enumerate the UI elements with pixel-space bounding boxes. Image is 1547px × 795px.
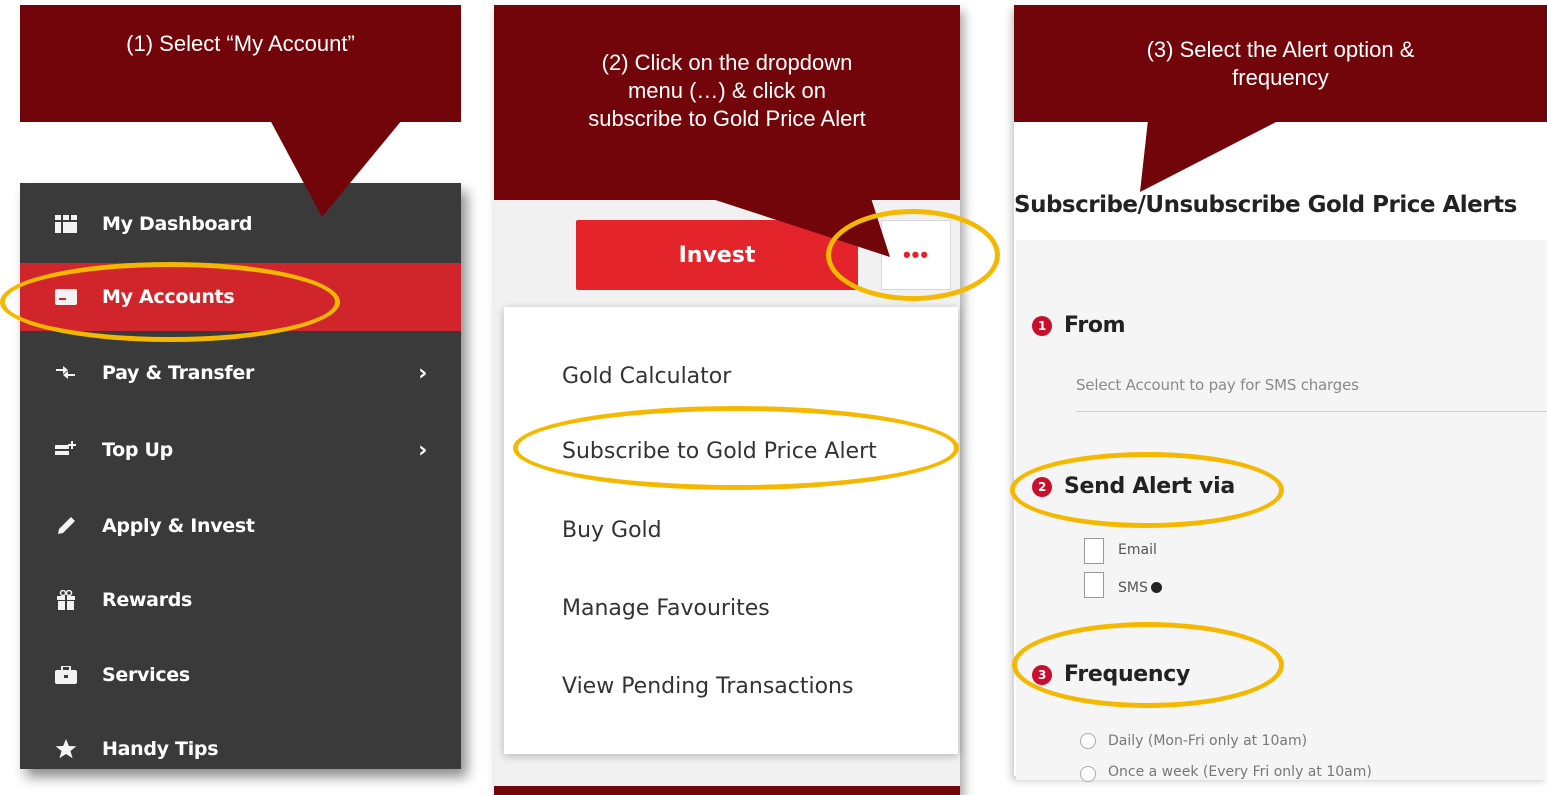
briefcase-icon (52, 666, 80, 684)
sidebar-item-my-accounts[interactable]: My Accounts (20, 263, 461, 331)
dropdown-menu: Gold Calculator Subscribe to Gold Price … (504, 307, 958, 754)
step3-callout-line1: (3) Select the Alert option & (1146, 37, 1415, 62)
step3-callout-pointer (1140, 120, 1280, 192)
step2-callout-line1: (2) Click on the dropdown (601, 50, 853, 75)
menu-item-buy-gold[interactable]: Buy Gold (562, 518, 662, 543)
step2-callout-pointer (700, 195, 890, 257)
chevron-right-icon: › (418, 437, 427, 463)
sidebar-item-label: Rewards (102, 589, 193, 611)
frequency-section-title: 3 Frequency (1032, 662, 1190, 687)
step3-callout: (3) Select the Alert option & frequency (1014, 5, 1547, 122)
select-underline (1076, 411, 1547, 412)
weekly-radio-label: Once a week (Every Fri only at 10am) (1108, 764, 1372, 780)
step1-callout: (1) Select “My Account” (20, 5, 461, 122)
sidebar-panel: My Dashboard My Accounts Pay & Transfer … (20, 183, 461, 769)
sidebar-item-label: My Accounts (102, 286, 235, 308)
daily-radio-label: Daily (Mon-Fri only at 10am) (1108, 733, 1308, 749)
sidebar-item-rewards[interactable]: Rewards (20, 566, 461, 634)
step1-callout-text: (1) Select “My Account” (126, 31, 355, 56)
sidebar-item-label: Services (102, 664, 190, 686)
send-alert-label: Send Alert via (1064, 474, 1235, 499)
sidebar-item-label: Top Up (102, 439, 173, 461)
star-icon (52, 738, 80, 760)
panel-footer-strip (494, 786, 960, 795)
menu-item-subscribe-gold-price-alert[interactable]: Subscribe to Gold Price Alert (562, 439, 877, 464)
chevron-right-icon: › (418, 360, 427, 386)
step-number-badge: 1 (1032, 315, 1052, 336)
sidebar-item-services[interactable]: Services (20, 641, 461, 709)
step-number-badge: 3 (1032, 664, 1052, 685)
transfer-arrows-icon (52, 365, 80, 381)
sidebar-item-handy-tips[interactable]: Handy Tips (20, 715, 461, 783)
sidebar-item-label: Handy Tips (102, 738, 219, 760)
menu-item-gold-calculator[interactable]: Gold Calculator (562, 364, 731, 389)
step2-callout: (2) Click on the dropdown menu (…) & cli… (494, 5, 960, 200)
menu-item-view-pending-transactions[interactable]: View Pending Transactions (562, 674, 853, 699)
pencil-icon (52, 516, 80, 536)
gift-icon (52, 590, 80, 610)
send-alert-section-title: 2 Send Alert via (1032, 474, 1235, 499)
sidebar-item-label: My Dashboard (102, 213, 253, 235)
top-up-icon (52, 441, 80, 459)
email-checkbox-label: Email (1118, 542, 1157, 558)
card-icon (52, 289, 80, 305)
step3-callout-line2: frequency (1232, 65, 1329, 90)
sidebar-item-top-up[interactable]: Top Up › (20, 416, 461, 484)
info-icon (1150, 582, 1162, 593)
from-label: From (1064, 313, 1126, 338)
step1-callout-pointer (270, 120, 402, 217)
frequency-label: Frequency (1064, 662, 1191, 687)
step2-callout-line3: subscribe to Gold Price Alert (588, 106, 866, 131)
dashboard-icon (52, 215, 80, 233)
from-section-title: 1 From (1032, 313, 1126, 338)
sidebar-item-label: Apply & Invest (102, 515, 255, 537)
step2-callout-line2: menu (…) & click on (627, 78, 827, 103)
sms-label-text: SMS (1118, 580, 1148, 596)
sidebar-item-apply-invest[interactable]: Apply & Invest (20, 492, 461, 560)
sidebar-item-label: Pay & Transfer (102, 362, 255, 384)
account-select[interactable]: Select Account to pay for SMS charges (1076, 376, 1359, 394)
sms-checkbox-label: SMS (1118, 580, 1162, 596)
email-checkbox[interactable] (1084, 538, 1104, 564)
daily-radio[interactable] (1080, 733, 1096, 749)
menu-item-manage-favourites[interactable]: Manage Favourites (562, 596, 770, 621)
sidebar-item-pay-transfer[interactable]: Pay & Transfer › (20, 339, 461, 407)
weekly-radio[interactable] (1080, 766, 1096, 782)
step-number-badge: 2 (1032, 476, 1052, 497)
sms-checkbox[interactable] (1084, 572, 1104, 598)
